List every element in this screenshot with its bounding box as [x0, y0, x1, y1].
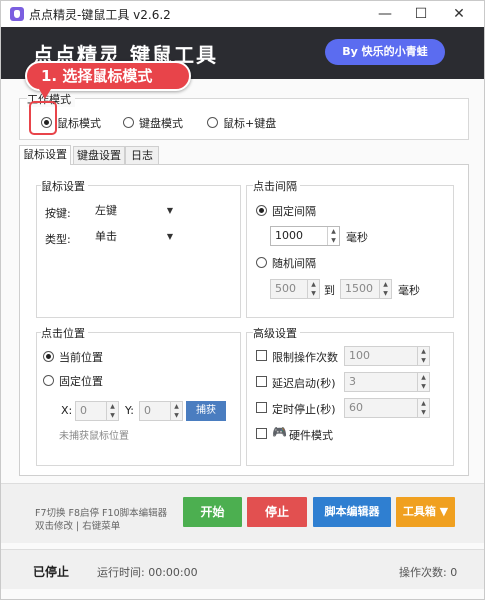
- minimize-button[interactable]: —: [367, 1, 403, 27]
- mouse-keyboard-mode-radio[interactable]: [207, 117, 218, 128]
- runtime-label: 运行时间: 00:00:00: [97, 566, 198, 579]
- delay-start-label[interactable]: 延迟启动(秒): [272, 375, 336, 391]
- title-bar: 点点精灵-键鼠工具 v2.6.2 — ☐ ✕: [1, 1, 484, 27]
- app-window: 点点精灵-键鼠工具 v2.6.2 — ☐ ✕ 点点精灵 键鼠工具 By 快乐的小…: [0, 0, 485, 600]
- click-interval-title: 点击间隔: [253, 178, 300, 194]
- delay-start-checkbox[interactable]: [256, 376, 267, 387]
- mouse-settings-title: 鼠标设置: [41, 178, 88, 194]
- timer-stop-input[interactable]: 60 ▲ ▼: [344, 398, 430, 418]
- gamepad-icon: 🎮: [272, 425, 287, 439]
- start-button[interactable]: 开始: [183, 497, 242, 527]
- click-position-title: 点击位置: [41, 325, 88, 341]
- mouse-mode-label[interactable]: 鼠标模式: [57, 115, 101, 131]
- callout-arrow: [39, 89, 51, 99]
- random-to-label: 到: [324, 284, 335, 297]
- hotkey-hint: F7切换 F8启停 F10脚本编辑器: [35, 508, 168, 519]
- usage-hint: 双击修改 | 右键菜单: [35, 521, 121, 532]
- random-interval-unit: 毫秒: [398, 284, 420, 297]
- fixed-interval-label[interactable]: 固定间隔: [272, 203, 316, 219]
- fixed-interval-unit: 毫秒: [346, 231, 368, 244]
- spin-arrows-icon[interactable]: ▲ ▼: [417, 373, 429, 391]
- tab-keyboard-settings[interactable]: 键盘设置: [73, 146, 125, 164]
- capture-button[interactable]: 捕获: [186, 401, 226, 421]
- limit-count-input[interactable]: 100 ▲ ▼: [344, 346, 430, 366]
- current-position-radio[interactable]: [43, 351, 54, 362]
- type-select-value: 单击: [95, 230, 117, 243]
- fixed-position-label[interactable]: 固定位置: [59, 373, 103, 389]
- keyboard-mode-radio[interactable]: [123, 117, 134, 128]
- chevron-down-icon: ▼: [166, 206, 173, 215]
- app-logo-icon: [10, 7, 24, 21]
- tab-log[interactable]: 日志: [125, 146, 159, 164]
- tab-mouse-settings[interactable]: 鼠标设置: [19, 145, 71, 165]
- script-editor-button[interactable]: 脚本编辑器: [313, 497, 391, 527]
- capture-hint: 未捕获鼠标位置: [59, 431, 129, 442]
- maximize-button[interactable]: ☐: [403, 1, 439, 27]
- spin-arrows-icon[interactable]: ▲ ▼: [307, 280, 319, 298]
- mouse-keyboard-mode-label[interactable]: 鼠标+键盘: [223, 115, 276, 131]
- delay-start-value: 3: [349, 375, 356, 388]
- button-select-value: 左键: [95, 204, 117, 217]
- random-interval-radio[interactable]: [256, 257, 267, 268]
- random-interval-label[interactable]: 随机间隔: [272, 255, 316, 271]
- spin-arrows-icon[interactable]: ▲ ▼: [417, 399, 429, 417]
- close-button[interactable]: ✕: [441, 1, 477, 27]
- op-count-label: 操作次数: 0: [399, 566, 458, 579]
- random-max-input[interactable]: 1500 ▲ ▼: [340, 279, 392, 299]
- limit-count-value: 100: [349, 349, 370, 362]
- x-input[interactable]: 0 ▲ ▼: [75, 401, 119, 421]
- timer-stop-checkbox[interactable]: [256, 402, 267, 413]
- author-badge[interactable]: By 快乐的小青蛙: [325, 39, 445, 65]
- type-label: 类型:: [45, 233, 71, 246]
- random-min-input[interactable]: 500 ▲ ▼: [270, 279, 320, 299]
- delay-start-input[interactable]: 3 ▲ ▼: [344, 372, 430, 392]
- limit-count-checkbox[interactable]: [256, 350, 267, 361]
- y-input[interactable]: 0 ▲ ▼: [139, 401, 183, 421]
- button-select[interactable]: 左键 ▼: [93, 202, 175, 220]
- run-state: 已停止: [33, 565, 70, 579]
- current-position-label[interactable]: 当前位置: [59, 349, 103, 365]
- stop-button[interactable]: 停止: [247, 497, 307, 527]
- x-value: 0: [80, 404, 87, 417]
- type-select[interactable]: 单击 ▼: [93, 228, 175, 246]
- callout-highlight-box: [29, 101, 57, 135]
- hardware-mode-label[interactable]: 硬件模式: [289, 427, 333, 443]
- spin-arrows-icon[interactable]: ▲ ▼: [327, 227, 339, 245]
- spin-arrows-icon[interactable]: ▲ ▼: [106, 402, 118, 420]
- hardware-mode-checkbox[interactable]: [256, 428, 267, 439]
- y-label: Y:: [125, 404, 134, 417]
- random-min-value: 500: [275, 282, 296, 295]
- chevron-down-icon: ▼: [166, 232, 173, 241]
- advanced-settings-title: 高级设置: [253, 325, 300, 341]
- fixed-interval-input[interactable]: 1000 ▲ ▼: [270, 226, 340, 246]
- window-title: 点点精灵-键鼠工具 v2.6.2: [29, 8, 171, 22]
- keyboard-mode-label[interactable]: 键盘模式: [139, 115, 183, 131]
- toolbox-button[interactable]: 工具箱 ▼: [396, 497, 455, 527]
- spin-arrows-icon[interactable]: ▲ ▼: [417, 347, 429, 365]
- fixed-interval-value: 1000: [275, 229, 303, 242]
- timer-stop-value: 60: [349, 401, 363, 414]
- y-value: 0: [144, 404, 151, 417]
- timer-stop-label[interactable]: 定时停止(秒): [272, 401, 336, 417]
- spin-arrows-icon[interactable]: ▲ ▼: [379, 280, 391, 298]
- tutorial-callout: 1. 选择鼠标模式: [25, 61, 191, 91]
- limit-count-label[interactable]: 限制操作次数: [272, 349, 338, 365]
- fixed-interval-radio[interactable]: [256, 205, 267, 216]
- x-label: X:: [61, 404, 73, 417]
- fixed-position-radio[interactable]: [43, 375, 54, 386]
- random-max-value: 1500: [345, 282, 373, 295]
- spin-arrows-icon[interactable]: ▲ ▼: [170, 402, 182, 420]
- button-label: 按键:: [45, 207, 71, 220]
